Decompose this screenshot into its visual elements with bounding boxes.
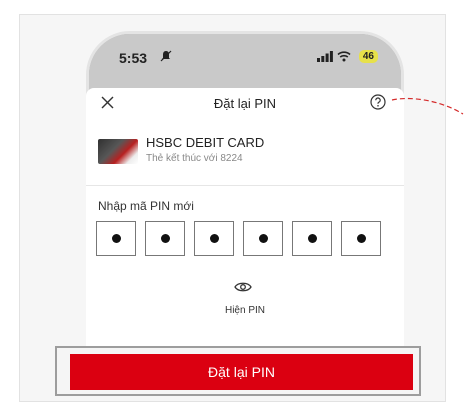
status-bar: 5:53 46 [89,34,401,82]
sheet-header: Đặt lại PIN [86,88,404,118]
sheet-title: Đặt lại PIN [213,96,277,111]
status-time: 5:53 [119,50,148,66]
battery-indicator: 46 [358,50,378,63]
eye-icon[interactable] [234,281,252,293]
pin-label: Nhập mã PIN mới [98,199,194,213]
signal-icon [317,51,333,62]
pin-dot [357,234,366,243]
pin-dot [112,234,121,243]
card-info: HSBC DEBIT CARD Thẻ kết thúc với 8224 [98,132,388,172]
pin-dot [259,234,268,243]
reset-pin-sheet: Đặt lại PIN HSBC DEBIT CARD Thẻ kết thúc… [86,88,404,378]
pin-dot [161,234,170,243]
help-icon[interactable] [370,94,386,110]
pin-digit-box[interactable] [292,221,332,256]
card-name: HSBC DEBIT CARD [146,135,265,150]
pin-dot [308,234,317,243]
pin-digit-box[interactable] [145,221,185,256]
card-subtitle: Thẻ kết thúc với 8224 [146,153,243,164]
show-pin-toggle[interactable]: Hiện PIN [86,305,404,316]
pin-digit-box[interactable] [194,221,234,256]
wifi-icon [337,51,351,62]
reset-pin-button[interactable]: Đặt lại PIN [70,354,413,390]
pin-digit-box[interactable] [96,221,136,256]
annotation-pointer [391,97,464,115]
divider [86,185,404,186]
pin-dot [210,234,219,243]
pin-digit-box[interactable] [243,221,283,256]
card-thumbnail [98,139,138,164]
pin-digit-box[interactable] [341,221,381,256]
bell-muted-icon [160,50,172,62]
